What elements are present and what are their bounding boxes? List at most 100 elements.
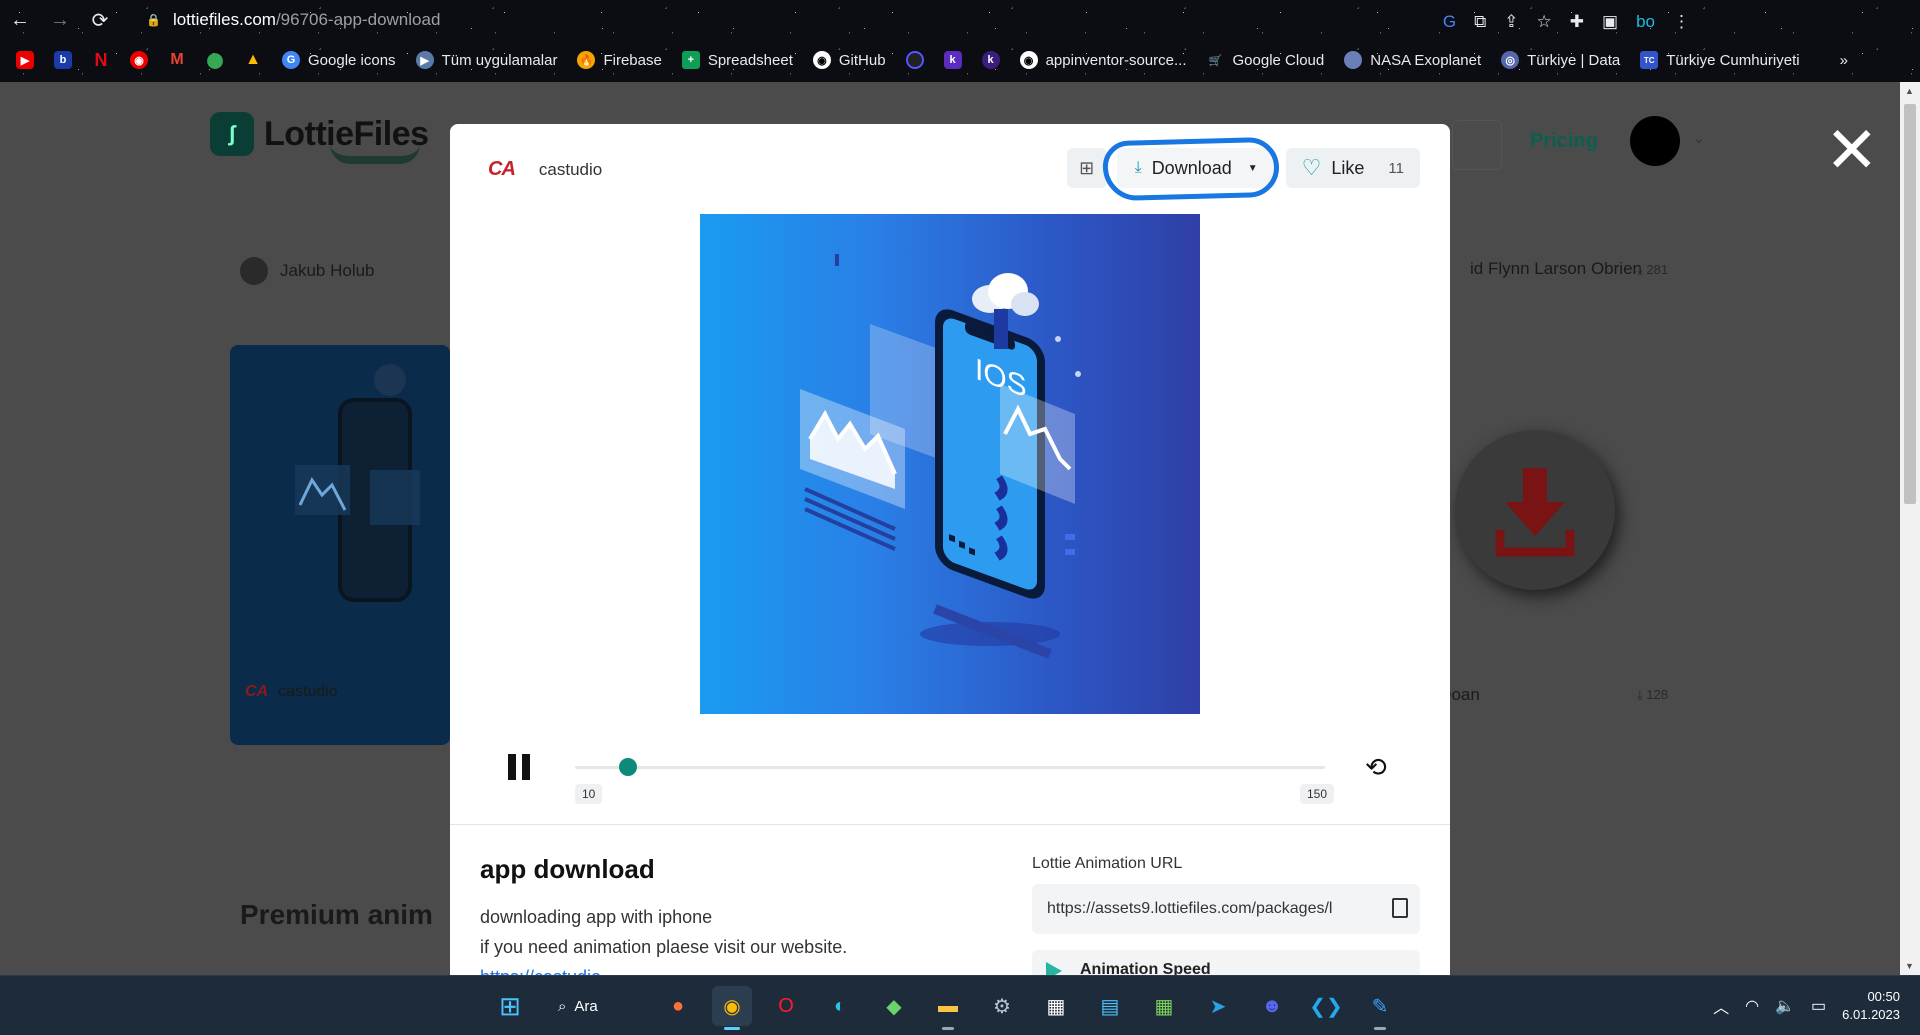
- bookmarks-overflow[interactable]: »: [1840, 52, 1848, 69]
- forward-icon[interactable]: →: [40, 0, 80, 40]
- bookmark-turkiye-data[interactable]: ◎ Türkiye | Data: [1501, 51, 1620, 69]
- system-tray: ︿ ◠ 🔈 ▭ 00:50 6.01.2023: [1713, 976, 1920, 1035]
- settings-gear-icon[interactable]: ⚙: [982, 986, 1022, 1026]
- address-bar[interactable]: 🔒 lottiefiles.com /96706-app-download G …: [130, 4, 1720, 36]
- github-icon: ◉: [1019, 51, 1038, 69]
- store-icon[interactable]: ▦: [1036, 986, 1076, 1026]
- animation-description-line: downloading app with iphone: [480, 907, 713, 927]
- vscode-icon[interactable]: ❮❯: [1306, 986, 1346, 1026]
- like-label: Like: [1331, 157, 1365, 178]
- bg-download-count: ⤓ 281: [1637, 262, 1669, 277]
- timeline-knob[interactable]: [618, 758, 637, 776]
- bookmark-blue-icon[interactable]: b: [54, 51, 72, 69]
- google-lens-icon[interactable]: G: [1443, 12, 1456, 32]
- website-link[interactable]: https://castudio...: [480, 967, 616, 975]
- extensions-icon[interactable]: ✚: [1570, 12, 1584, 32]
- chrome-icon[interactable]: ◉: [712, 986, 752, 1030]
- chevron-down-icon[interactable]: ⌄: [1693, 130, 1705, 147]
- clock[interactable]: 00:50 6.01.2023: [1842, 988, 1900, 1024]
- notepad-icon[interactable]: ▤: [1090, 986, 1130, 1026]
- edge-icon[interactable]: ◐: [820, 986, 860, 1026]
- bookmark-k-icon[interactable]: k: [943, 51, 962, 69]
- gmail-icon[interactable]: M: [168, 51, 186, 69]
- telegram-icon[interactable]: ➤: [1198, 986, 1238, 1026]
- bookmark-circle-icon[interactable]: [905, 51, 924, 69]
- bookmark-appinventor[interactable]: ◉ appinventor-source...: [1019, 51, 1187, 69]
- add-to-folder-button[interactable]: ⊞: [1066, 148, 1107, 188]
- wifi-icon[interactable]: ◠: [1745, 996, 1759, 1016]
- user-avatar[interactable]: [1630, 116, 1680, 166]
- modal-author[interactable]: CA castudio: [488, 158, 602, 181]
- search-icon: ⌕: [558, 997, 567, 1015]
- profile-ext-icon[interactable]: bo: [1636, 12, 1655, 32]
- active-indicator: [942, 1027, 954, 1030]
- back-icon[interactable]: ←: [0, 0, 40, 40]
- volume-icon[interactable]: 🔈: [1775, 996, 1795, 1016]
- translate-icon[interactable]: ⧉: [1474, 12, 1486, 32]
- share-icon[interactable]: ⇪: [1504, 12, 1518, 32]
- paint-app-icon[interactable]: ✎: [1360, 986, 1400, 1030]
- apps-icon: ▶: [415, 51, 434, 69]
- opera-icon[interactable]: O: [766, 986, 806, 1026]
- battery-icon[interactable]: ▭: [1811, 996, 1826, 1016]
- bookmark-star-icon[interactable]: ☆: [1537, 12, 1552, 32]
- discord-icon[interactable]: ☻: [1252, 986, 1292, 1026]
- bookmark-label: appinventor-source...: [1045, 51, 1187, 69]
- animation-preview[interactable]: IOS: [700, 214, 1200, 714]
- bookmark-firebase[interactable]: 🔥 Firebase: [577, 51, 662, 69]
- highlight-annotation: [1101, 136, 1280, 202]
- download-count: 128: [1646, 687, 1669, 702]
- pause-button[interactable]: [508, 754, 530, 780]
- scroll-up-icon[interactable]: ▲: [1905, 86, 1914, 96]
- pause-bar: [522, 754, 530, 780]
- frame-end-label: 150: [1300, 784, 1335, 804]
- modal-divider: [450, 824, 1450, 825]
- animation-speed-label: Animation Speed: [1080, 961, 1211, 975]
- clock-time: 00:50: [1867, 989, 1900, 1004]
- search-label: Ara: [574, 997, 598, 1015]
- netflix-icon[interactable]: N: [92, 50, 110, 70]
- bookmarks-more-label: »: [1839, 51, 1848, 69]
- reload-icon[interactable]: ⟳: [80, 0, 120, 40]
- download-button[interactable]: ⤓ Download ▼: [1101, 136, 1280, 202]
- spreadsheet-app-icon[interactable]: ▦: [1144, 986, 1184, 1026]
- bookmark-turkiye-cumhuriyeti[interactable]: TC Türkiye Cumhuriyeti: [1640, 51, 1800, 69]
- app-cube-icon[interactable]: ◆: [874, 986, 914, 1026]
- bg-download-count-2: ⤓ 128: [1637, 687, 1669, 702]
- menu-kebab-icon[interactable]: ⋮: [1673, 12, 1690, 32]
- pricing-link[interactable]: Pricing: [1530, 130, 1598, 153]
- bookmark-label: Türkiye | Data: [1527, 51, 1621, 69]
- firefox-icon[interactable]: ●: [658, 986, 698, 1026]
- taskbar-search[interactable]: ⌕ Ara: [544, 986, 644, 1026]
- url-path: /96706-app-download: [275, 10, 441, 29]
- lottie-url-field[interactable]: https://assets9.lottiefiles.com/packages…: [1032, 884, 1420, 934]
- frame-start-label: 10: [575, 784, 603, 804]
- bg-author-right: id Flynn Larson Obrien: [1470, 259, 1642, 278]
- animation-speed-panel[interactable]: Animation Speed: [1032, 950, 1420, 975]
- lottie-url-label: Lottie Animation URL: [1032, 855, 1183, 872]
- copy-icon[interactable]: [1392, 898, 1408, 918]
- loop-icon[interactable]: ⟲: [1365, 752, 1387, 783]
- maps-icon[interactable]: ⬤: [206, 51, 224, 69]
- youtube-music-icon[interactable]: ◉: [130, 51, 148, 69]
- bookmark-tum-uygulamalar[interactable]: ▶ Tüm uygulamalar: [415, 51, 557, 69]
- youtube-icon[interactable]: ▶: [16, 51, 34, 69]
- file-explorer-icon[interactable]: ▬: [928, 986, 968, 1030]
- page-scrollbar[interactable]: ▲ ▼: [1900, 82, 1920, 975]
- close-modal-icon[interactable]: ✕: [1825, 118, 1879, 182]
- drive-icon[interactable]: ▲: [244, 51, 262, 69]
- bookmark-spreadsheet[interactable]: + Spreadsheet: [681, 51, 793, 69]
- bookmark-google-cloud[interactable]: 🛒 Google Cloud: [1207, 51, 1325, 69]
- bookmark-nasa-exoplanet[interactable]: NASA Exoplanet: [1344, 51, 1481, 69]
- timeline-track[interactable]: [575, 766, 1325, 769]
- windows-start-icon[interactable]: ⊞: [490, 986, 530, 1026]
- bookmark-google-icons[interactable]: G Google icons: [282, 51, 396, 69]
- bookmark-k2-icon[interactable]: k: [981, 51, 1000, 69]
- sidepanel-icon[interactable]: ▣: [1602, 12, 1618, 32]
- like-button[interactable]: ♡ Like 11: [1285, 148, 1420, 188]
- sheets-icon: +: [681, 51, 700, 69]
- scrollbar-thumb[interactable]: [1904, 104, 1916, 504]
- tray-overflow-icon[interactable]: ︿: [1713, 994, 1729, 1018]
- scroll-down-icon[interactable]: ▼: [1905, 961, 1914, 971]
- bookmark-github[interactable]: ◉ GitHub: [812, 51, 886, 69]
